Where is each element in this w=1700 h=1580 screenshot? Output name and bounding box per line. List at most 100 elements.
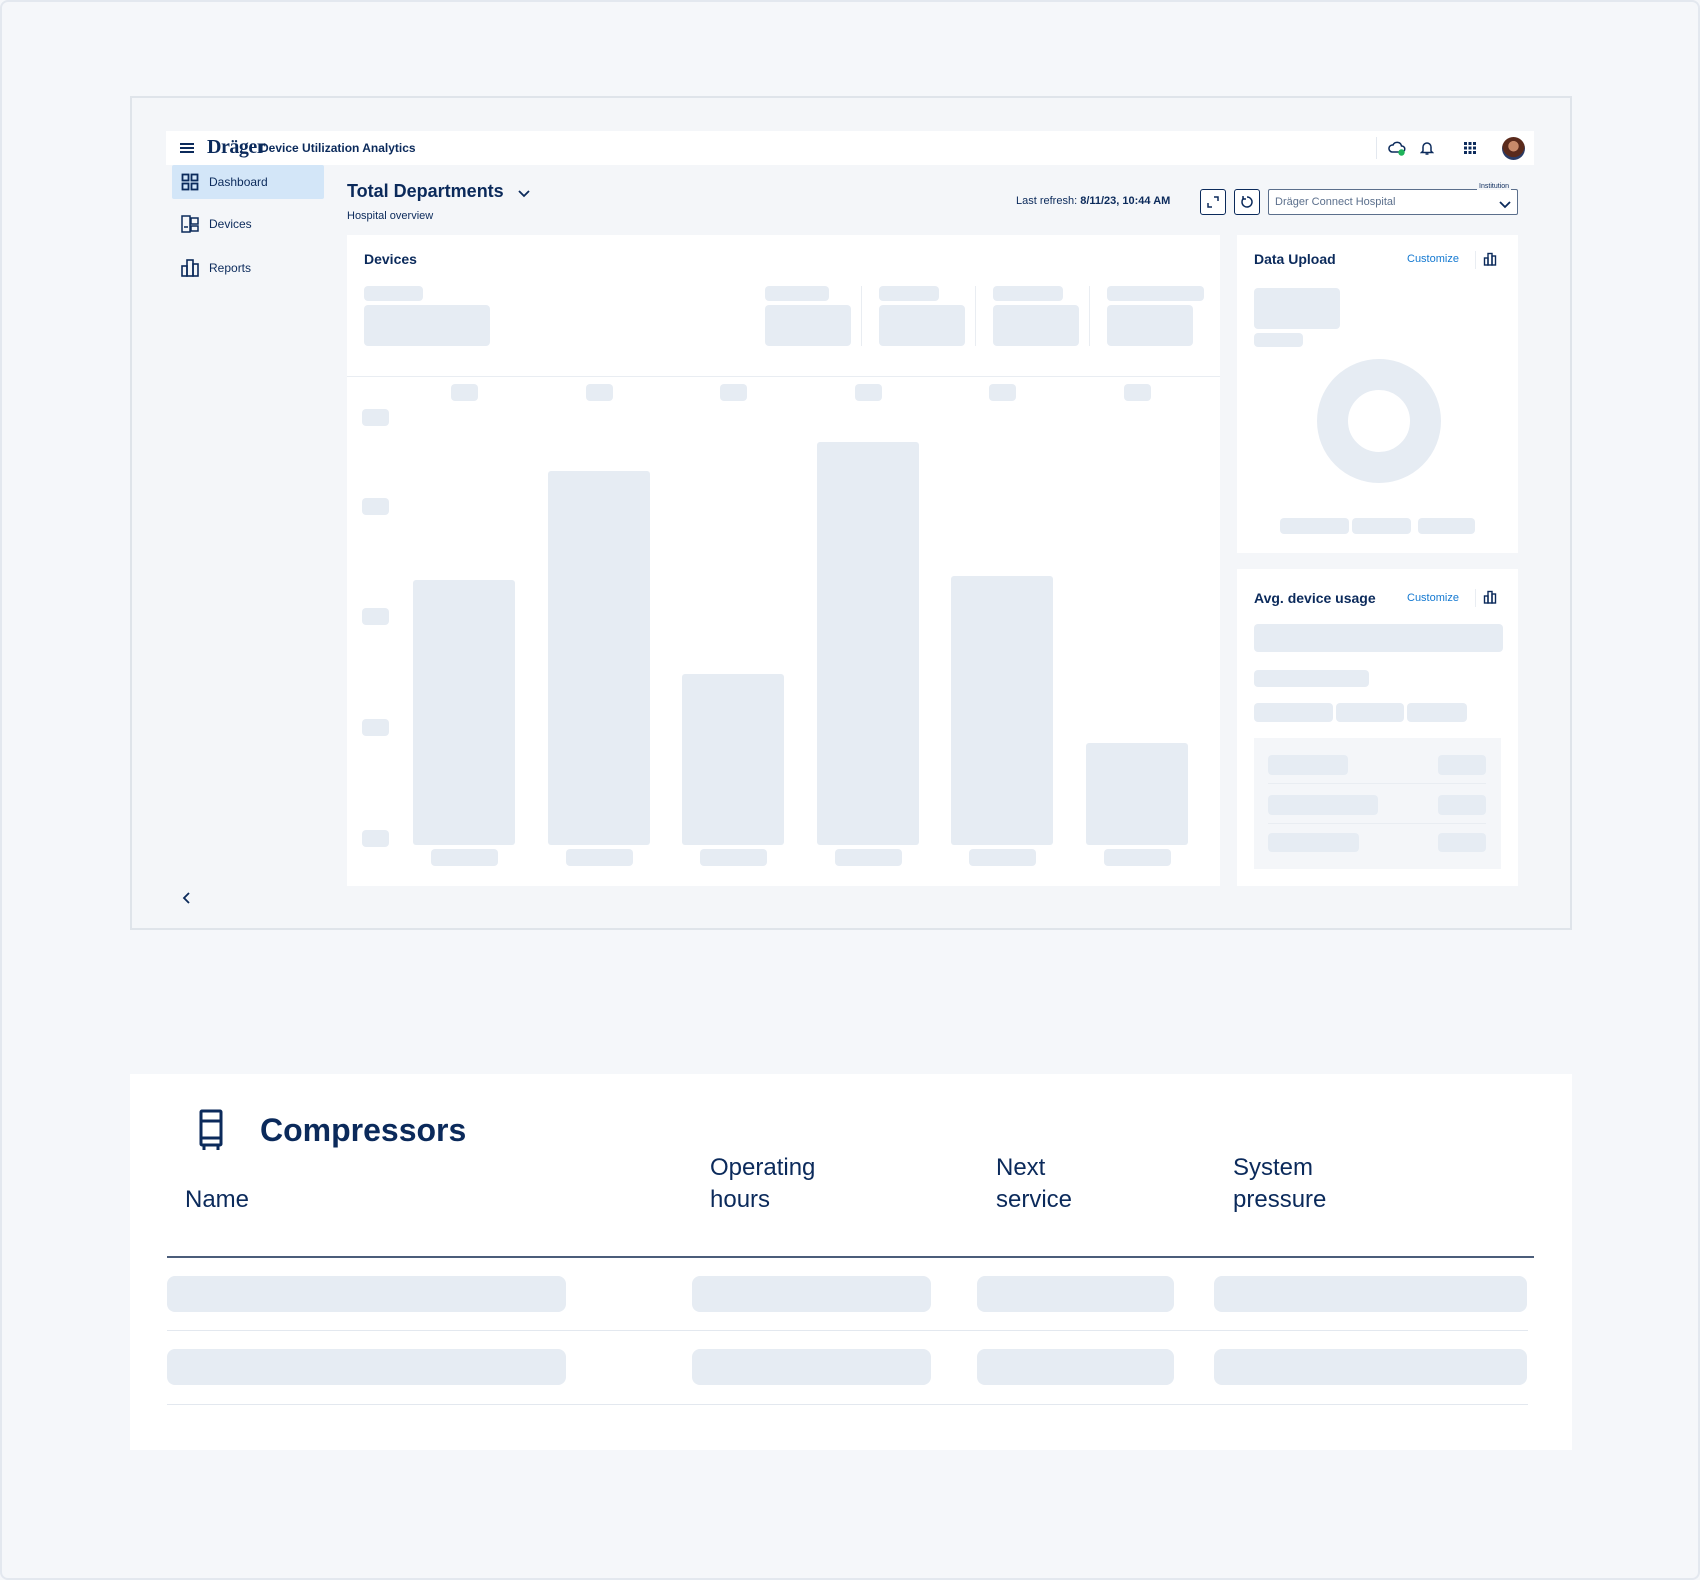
bar-placeholder <box>682 674 784 845</box>
top-label-placeholder <box>451 384 478 401</box>
compressor-icon <box>198 1108 224 1152</box>
column-header-operating-hours[interactable]: Operating hours <box>710 1152 815 1216</box>
sidebar-item-devices[interactable]: Devices <box>172 207 324 241</box>
skeleton <box>993 305 1079 346</box>
chart-type-icon[interactable] <box>1483 252 1497 271</box>
skeleton <box>1268 833 1359 852</box>
cell-placeholder <box>1214 1276 1527 1312</box>
skeleton <box>1268 795 1378 815</box>
divider <box>975 286 976 346</box>
cell-placeholder <box>977 1276 1174 1312</box>
refresh-button[interactable] <box>1234 189 1260 215</box>
page-title[interactable]: Total Departments <box>347 181 504 202</box>
sidebar: Dashboard Devices Reports <box>166 165 326 904</box>
table-header-divider <box>167 1256 1534 1258</box>
x-label-placeholder <box>431 849 498 866</box>
customize-link[interactable]: Customize <box>1407 253 1459 265</box>
page-subtitle: Hospital overview <box>347 210 434 222</box>
last-refresh-value: 8/11/23, 10:44 AM <box>1080 195 1171 207</box>
data-upload-card: Data Upload Customize <box>1237 235 1518 553</box>
divider <box>1475 589 1476 607</box>
column-header-text: Name <box>185 1186 250 1213</box>
column-header-text: pressure <box>1233 1186 1327 1213</box>
institution-select[interactable]: Institution Dräger Connect Hospital <box>1268 183 1518 215</box>
institution-label: Institution <box>1477 183 1511 190</box>
bar-placeholder <box>1085 743 1188 845</box>
skeleton <box>1352 518 1411 534</box>
skeleton <box>1336 703 1404 722</box>
skeleton <box>364 305 490 346</box>
apps-grid-icon[interactable] <box>1460 138 1480 158</box>
x-label-placeholder <box>969 849 1036 866</box>
skeleton <box>1254 288 1340 329</box>
column-header-next-service[interactable]: Next service <box>996 1152 1072 1216</box>
chart-type-icon[interactable] <box>1483 590 1497 609</box>
devices-card: Devices <box>347 235 1220 886</box>
divider <box>1089 286 1090 346</box>
column-header-text: hours <box>710 1186 771 1213</box>
usage-table-placeholder <box>1254 738 1501 869</box>
column-header-text: System <box>1233 1154 1314 1181</box>
skeleton <box>765 305 851 346</box>
skeleton <box>364 286 423 301</box>
avatar[interactable] <box>1502 137 1525 160</box>
institution-value: Dräger Connect Hospital <box>1275 196 1396 208</box>
y-tick-placeholder <box>362 409 389 426</box>
cell-placeholder <box>977 1349 1174 1385</box>
sidebar-item-label: Dashboard <box>209 175 268 189</box>
y-tick-placeholder <box>362 830 389 847</box>
top-label-placeholder <box>585 384 613 401</box>
skeleton <box>879 305 965 346</box>
last-refresh: Last refresh: 8/11/23, 10:44 AM <box>1016 195 1170 207</box>
divider <box>1268 783 1486 784</box>
cloud-sync-icon[interactable] <box>1387 138 1407 158</box>
y-tick-placeholder <box>362 498 389 515</box>
skeleton <box>1254 670 1369 687</box>
divider <box>1268 823 1486 824</box>
skeleton <box>1438 833 1486 852</box>
chevron-down-icon[interactable] <box>518 185 530 203</box>
sidebar-item-label: Devices <box>209 217 252 231</box>
devices-icon <box>180 214 200 234</box>
bell-icon[interactable] <box>1417 138 1437 158</box>
menu-icon[interactable] <box>180 141 194 155</box>
column-header-text: service <box>996 1186 1073 1213</box>
column-header-system-pressure[interactable]: System pressure <box>1233 1152 1326 1216</box>
divider <box>347 376 1220 377</box>
skeleton <box>1268 755 1348 775</box>
sidebar-item-reports[interactable]: Reports <box>172 251 324 285</box>
skeleton <box>1438 795 1486 815</box>
bar-placeholder <box>816 442 919 845</box>
cell-placeholder <box>167 1276 566 1312</box>
top-label-placeholder <box>720 384 747 401</box>
divider <box>1475 251 1476 269</box>
top-label-placeholder <box>989 384 1016 401</box>
skeleton <box>1438 755 1486 775</box>
bar-placeholder <box>547 471 650 845</box>
app-title: Device Utilization Analytics <box>260 141 416 155</box>
app-window: Dräger Device Utilization Analytics Dash… <box>166 131 1534 904</box>
column-header-text: Next <box>996 1154 1046 1181</box>
x-label-placeholder <box>565 849 633 866</box>
cell-placeholder <box>692 1276 931 1312</box>
devices-card-title: Devices <box>364 251 417 267</box>
last-refresh-label: Last refresh: <box>1016 195 1078 207</box>
avg-usage-card: Avg. device usage Customize <box>1237 569 1518 886</box>
skeleton <box>1254 703 1333 722</box>
customize-link[interactable]: Customize <box>1407 592 1459 604</box>
column-header-name[interactable]: Name <box>185 1184 249 1216</box>
row-divider <box>167 1330 1528 1331</box>
chevron-left-icon[interactable] <box>182 891 192 909</box>
sidebar-item-label: Reports <box>209 261 252 275</box>
compressors-title: Compressors <box>260 1112 467 1148</box>
skeleton <box>993 286 1063 301</box>
sidebar-item-dashboard[interactable]: Dashboard <box>172 165 324 199</box>
expand-icon <box>1207 196 1219 208</box>
chevron-down-icon <box>1499 196 1511 214</box>
expand-button[interactable] <box>1200 189 1226 215</box>
topbar-divider <box>1376 137 1377 159</box>
skeleton <box>1254 333 1303 347</box>
bar-placeholder <box>413 580 515 845</box>
compressors-panel: Compressors Name Operating hours Next se… <box>130 1074 1572 1450</box>
x-label-placeholder <box>1103 849 1171 866</box>
